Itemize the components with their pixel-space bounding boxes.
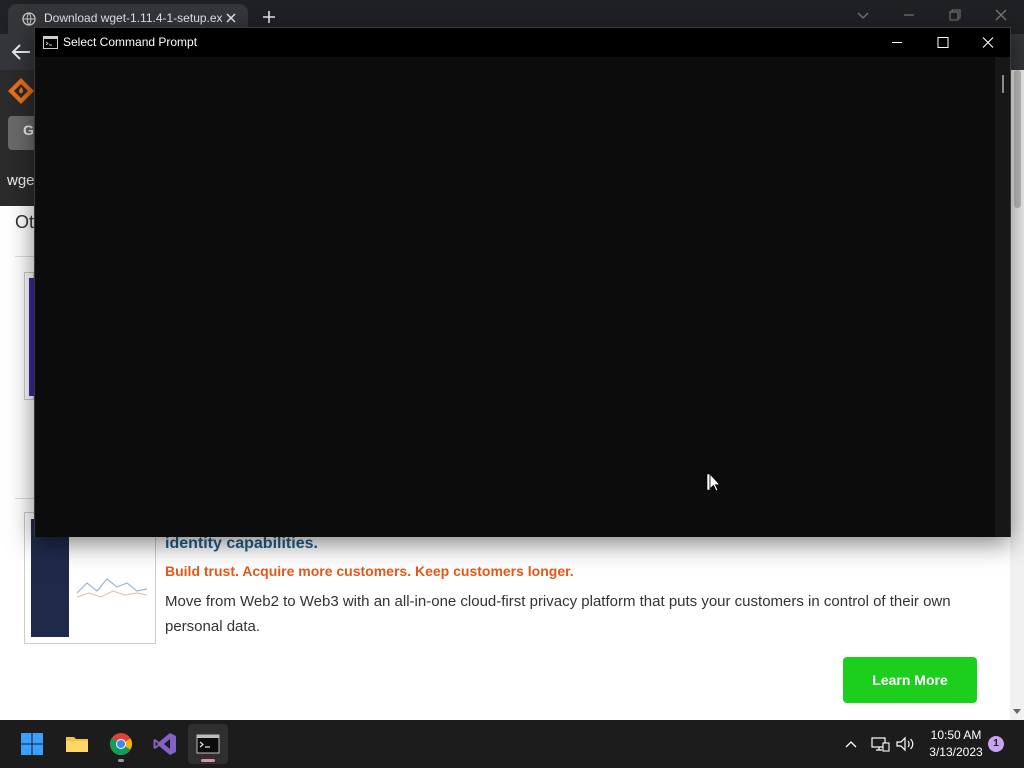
maximize-icon[interactable] [920, 28, 966, 57]
volume-icon[interactable] [895, 735, 915, 753]
window-title: Select Command Prompt [63, 35, 198, 49]
console-scrollbar-thumb[interactable] [1002, 75, 1004, 93]
scroll-down-arrow-icon[interactable] [1012, 706, 1022, 716]
command-prompt-window[interactable]: Select Command Prompt [34, 27, 1011, 537]
chrome-icon [110, 733, 132, 755]
console-scrollbar[interactable] [995, 57, 1010, 537]
close-icon[interactable] [965, 28, 1011, 57]
plus-icon[interactable] [260, 8, 278, 26]
command-prompt-titlebar[interactable]: Select Command Prompt [35, 28, 1010, 57]
tab-search-icon[interactable] [854, 6, 872, 24]
active-indicator [201, 759, 215, 762]
network-icon[interactable] [870, 735, 890, 753]
windows-logo-icon [21, 733, 43, 755]
close-icon[interactable] [224, 11, 238, 25]
running-indicator [118, 759, 124, 762]
command-prompt-icon [43, 36, 58, 49]
command-prompt-icon [196, 734, 220, 754]
taskbar-file-explorer[interactable] [57, 724, 97, 764]
restore-icon[interactable] [946, 6, 964, 24]
page-scrollbar-thumb[interactable] [1014, 70, 1021, 208]
tab-title: Download wget-1.11.4-1-setup.exe [44, 11, 222, 25]
back-arrow-icon[interactable] [10, 42, 32, 62]
notification-badge[interactable]: 1 [988, 736, 1004, 752]
ad-description: Move from Web2 to Web3 with an all-in-on… [165, 593, 951, 635]
console-output-area[interactable] [35, 57, 995, 537]
ad-headline[interactable]: identity capabilities. [165, 535, 318, 553]
visual-studio-icon [153, 733, 176, 755]
taskbar-visual-studio[interactable] [145, 724, 185, 764]
minimize-icon[interactable] [874, 28, 920, 57]
folder-icon [66, 737, 88, 752]
globe-icon [22, 12, 36, 26]
taskbar-chrome[interactable] [101, 724, 141, 764]
learn-more-button[interactable]: Learn More [843, 657, 977, 703]
ad-tagline: Build trust. Acquire more customers. Kee… [165, 563, 574, 579]
taskbar: 10:50 AM 3/13/2023 1 [0, 720, 1024, 768]
clock-date[interactable]: 3/13/2023 [922, 745, 990, 759]
site-logo-icon[interactable] [6, 76, 36, 106]
chevron-up-icon[interactable] [843, 736, 859, 752]
close-icon[interactable] [992, 6, 1010, 24]
section-heading: Ot [15, 212, 35, 232]
thumbnail-chart-image [76, 578, 148, 598]
breadcrumb-text[interactable]: wge [7, 172, 35, 189]
taskbar-command-prompt[interactable] [188, 724, 228, 764]
clock-time[interactable]: 10:50 AM [922, 728, 990, 742]
minimize-icon[interactable] [900, 6, 918, 24]
go-button-label: G [23, 122, 34, 138]
mouse-pointer-icon [706, 472, 722, 492]
start-button[interactable] [12, 724, 52, 764]
